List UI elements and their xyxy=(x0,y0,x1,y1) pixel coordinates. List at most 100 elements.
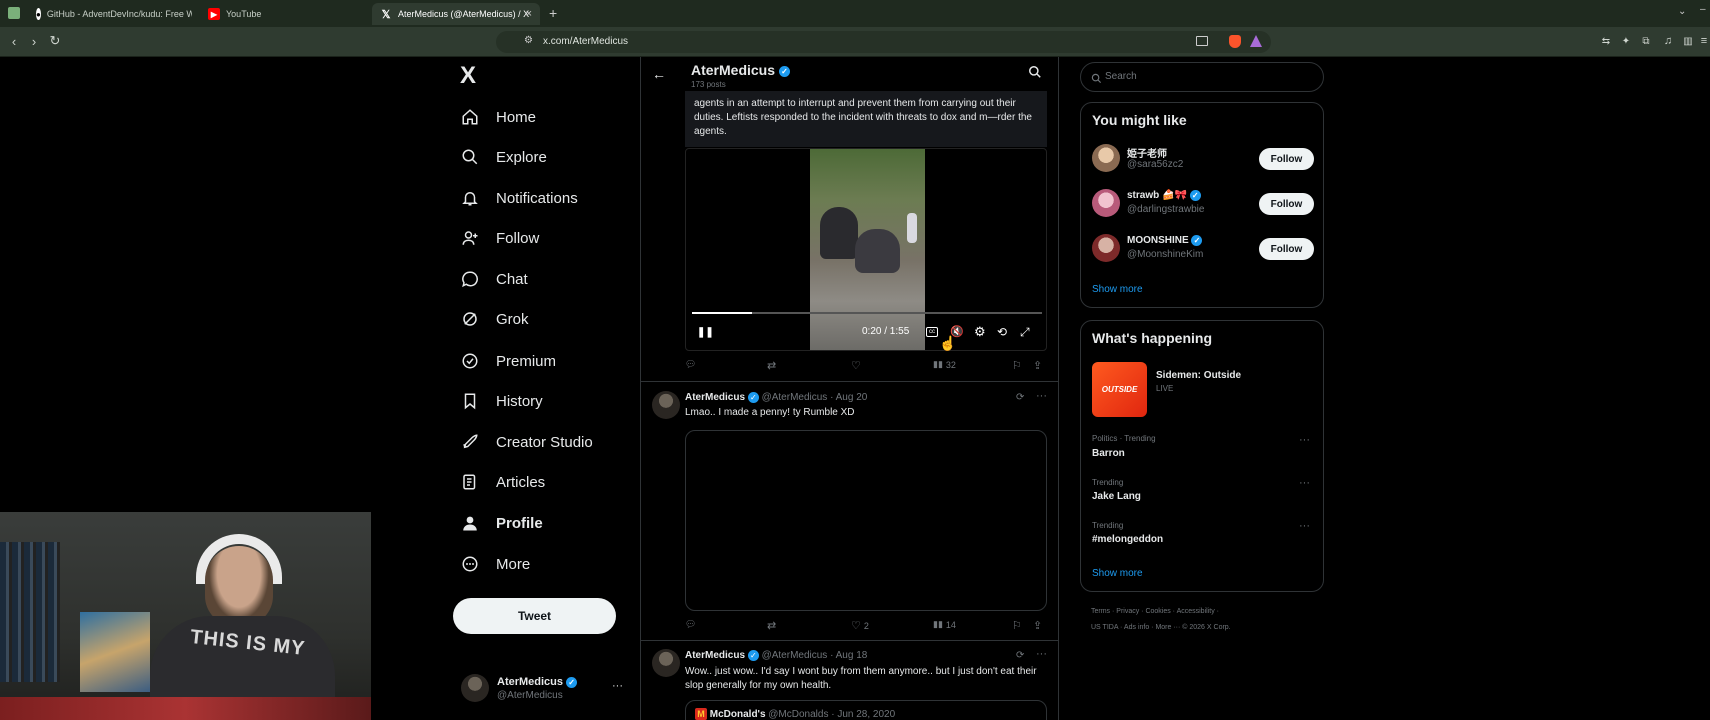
x-logo[interactable]: X xyxy=(460,62,476,90)
views-count[interactable]: ▮▮ 32 xyxy=(933,359,956,370)
nav-label: Follow xyxy=(496,229,540,247)
trend-name[interactable]: Jake Lang xyxy=(1092,491,1141,502)
tab-list-icon[interactable]: ⌄ xyxy=(1678,6,1686,17)
tweet-button[interactable]: Tweet xyxy=(453,598,616,634)
tab-youtube[interactable]: ▶ YouTube xyxy=(200,3,364,25)
avatar[interactable] xyxy=(652,391,680,419)
media-embed[interactable] xyxy=(685,430,1047,611)
browser-toolbar: ‹ › ↻ ⚐ ⚙ x.com/AterMedicus ⇆ ✦ ⧉ ♫ ▥ ≡ xyxy=(0,27,1710,57)
reply-icon[interactable]: 💬︎ xyxy=(685,619,696,630)
reply-icon[interactable]: 💬︎ xyxy=(685,359,696,370)
suggestion-name[interactable]: strawb 🍰🎀 ✓ xyxy=(1127,190,1201,201)
brave-rewards-icon[interactable] xyxy=(1250,35,1262,47)
new-tab-icon[interactable]: + xyxy=(549,5,557,21)
nav-profile[interactable]: Profile xyxy=(460,508,543,538)
menu-icon[interactable]: ≡ xyxy=(1696,33,1710,49)
settings-icon[interactable]: ⚙ xyxy=(974,324,986,340)
search-icon xyxy=(1091,71,1102,89)
address-bar[interactable]: ⚙ x.com/AterMedicus xyxy=(496,31,1271,53)
show-more-link[interactable]: Show more xyxy=(1092,568,1143,579)
avatar[interactable] xyxy=(652,649,680,677)
back-arrow-icon[interactable]: ← xyxy=(652,66,666,82)
avatar[interactable] xyxy=(1092,189,1120,217)
account-more-icon[interactable]: ··· xyxy=(612,680,623,692)
quoted-tweet[interactable]: M McDonald's @McDonalds · Jun 28, 2020 xyxy=(685,700,1047,720)
share-icon[interactable]: ⇪ xyxy=(1033,359,1042,372)
tweet-handle-date: @AterMedicus · Aug 20 xyxy=(761,392,868,404)
bookmark-icon[interactable]: ⚐ xyxy=(1012,619,1022,632)
avatar[interactable] xyxy=(1092,234,1120,262)
media-icon[interactable]: ♫ xyxy=(1660,33,1676,49)
account-switcher[interactable]: AterMedicus ✓ @AterMedicus ··· xyxy=(459,672,629,706)
avatar[interactable] xyxy=(1092,144,1120,172)
trend-more-icon[interactable]: ··· xyxy=(1299,477,1310,489)
suggestion-name-text: MOONSHINE xyxy=(1127,235,1189,247)
show-more-link[interactable]: Show more xyxy=(1092,284,1143,295)
suggestion-name[interactable]: 姫子老师 xyxy=(1127,145,1167,160)
retweet-icon[interactable]: ⇄ xyxy=(767,619,776,632)
search-input[interactable]: Search xyxy=(1080,62,1324,92)
puzzle-icon[interactable]: ⧉ xyxy=(1638,33,1654,49)
tweet-card[interactable]: agents in an attempt to interrupt and pr… xyxy=(685,91,1047,147)
tab-github[interactable]: ● GitHub - AdventDevInc/kudu: Free W xyxy=(28,3,192,25)
grok-analyze-icon[interactable]: ⟳ xyxy=(1016,650,1024,661)
close-tab-icon[interactable]: × xyxy=(526,8,532,20)
nav-grok[interactable]: Grok xyxy=(460,304,529,334)
timeline[interactable]: ← AterMedicus ✓ 173 posts agents in an a… xyxy=(640,57,1059,720)
nav-premium[interactable]: Premium xyxy=(460,346,556,376)
live-event[interactable]: OUTSIDE Sidemen: Outside LIVE xyxy=(1092,362,1316,418)
nav-home[interactable]: Home xyxy=(460,102,536,132)
video-player[interactable]: ❚❚ 0:20 / 1:55 cc 🔇 ⚙ ⟲ ⤢ xyxy=(685,148,1047,351)
grok-analyze-icon[interactable]: ⟳ xyxy=(1016,392,1024,403)
like-icon[interactable]: ♡ xyxy=(851,359,861,372)
profile-name: AterMedicus xyxy=(691,62,776,78)
nav-creator-studio[interactable]: Creator Studio xyxy=(460,427,593,457)
sidebar-icon[interactable]: ▥ xyxy=(1680,33,1696,49)
nav-more[interactable]: More xyxy=(460,549,530,579)
captions-icon[interactable]: cc xyxy=(926,327,938,337)
nav-history[interactable]: History xyxy=(460,386,543,416)
follow-button[interactable]: Follow xyxy=(1259,148,1314,170)
minimize-icon[interactable]: – xyxy=(1700,4,1706,15)
person-icon xyxy=(460,513,480,533)
tweet-author[interactable]: AterMedicus xyxy=(685,650,745,661)
pause-icon[interactable]: ❚❚ xyxy=(697,327,714,338)
translate-icon[interactable]: ⇆ xyxy=(1598,33,1614,49)
follow-button[interactable]: Follow xyxy=(1259,238,1314,260)
nav-follow[interactable]: Follow xyxy=(460,223,539,253)
footer-links[interactable]: US TIDA · Ads info · More ··· © 2026 X C… xyxy=(1091,624,1231,631)
nav-explore[interactable]: Explore xyxy=(460,142,547,172)
footer-links[interactable]: Terms · Privacy · Cookies · Accessibilit… xyxy=(1091,608,1219,615)
reload-icon[interactable]: ↻ xyxy=(47,33,63,49)
extensions-icon[interactable] xyxy=(8,7,20,19)
forward-icon[interactable]: › xyxy=(26,33,42,49)
trend-name[interactable]: #melongeddon xyxy=(1092,534,1163,545)
tab-x-profile[interactable]: 𝕏 AterMedicus (@AterMedicus) / X × xyxy=(372,3,540,25)
site-info-icon[interactable]: ⚙ xyxy=(524,35,533,46)
bookmark-icon[interactable]: ⚐ xyxy=(1012,359,1022,372)
nav-notifications[interactable]: Notifications xyxy=(460,183,578,213)
trend-more-icon[interactable]: ··· xyxy=(1299,520,1310,532)
views-value: 14 xyxy=(945,619,956,630)
extension-icon[interactable]: ✦ xyxy=(1618,33,1634,49)
back-icon[interactable]: ‹ xyxy=(6,33,22,49)
trend-name[interactable]: Barron xyxy=(1092,448,1125,459)
brave-shield-icon[interactable] xyxy=(1229,35,1241,48)
tweet-more-icon[interactable]: ··· xyxy=(1036,390,1047,402)
fullscreen-icon[interactable]: ⤢ xyxy=(1020,325,1030,340)
follow-button[interactable]: Follow xyxy=(1259,193,1314,215)
tweet-more-icon[interactable]: ··· xyxy=(1036,648,1047,660)
nav-chat[interactable]: Chat xyxy=(460,264,528,294)
retweet-icon[interactable]: ⇄ xyxy=(767,359,776,372)
suggestion-name[interactable]: MOONSHINE ✓ xyxy=(1127,235,1203,247)
tweet-author[interactable]: AterMedicus xyxy=(685,392,745,403)
nav-articles[interactable]: Articles xyxy=(460,467,545,497)
x-icon: 𝕏 xyxy=(381,8,391,21)
like-count[interactable]: ♡ 2 xyxy=(851,619,869,632)
cast-icon[interactable] xyxy=(1196,36,1208,46)
views-count[interactable]: ▮▮ 14 xyxy=(933,619,956,630)
share-icon[interactable]: ⇪ xyxy=(1033,619,1042,632)
trend-more-icon[interactable]: ··· xyxy=(1299,434,1310,446)
replay-loop-icon[interactable]: ⟲ xyxy=(997,325,1007,339)
search-icon[interactable] xyxy=(1028,65,1042,84)
